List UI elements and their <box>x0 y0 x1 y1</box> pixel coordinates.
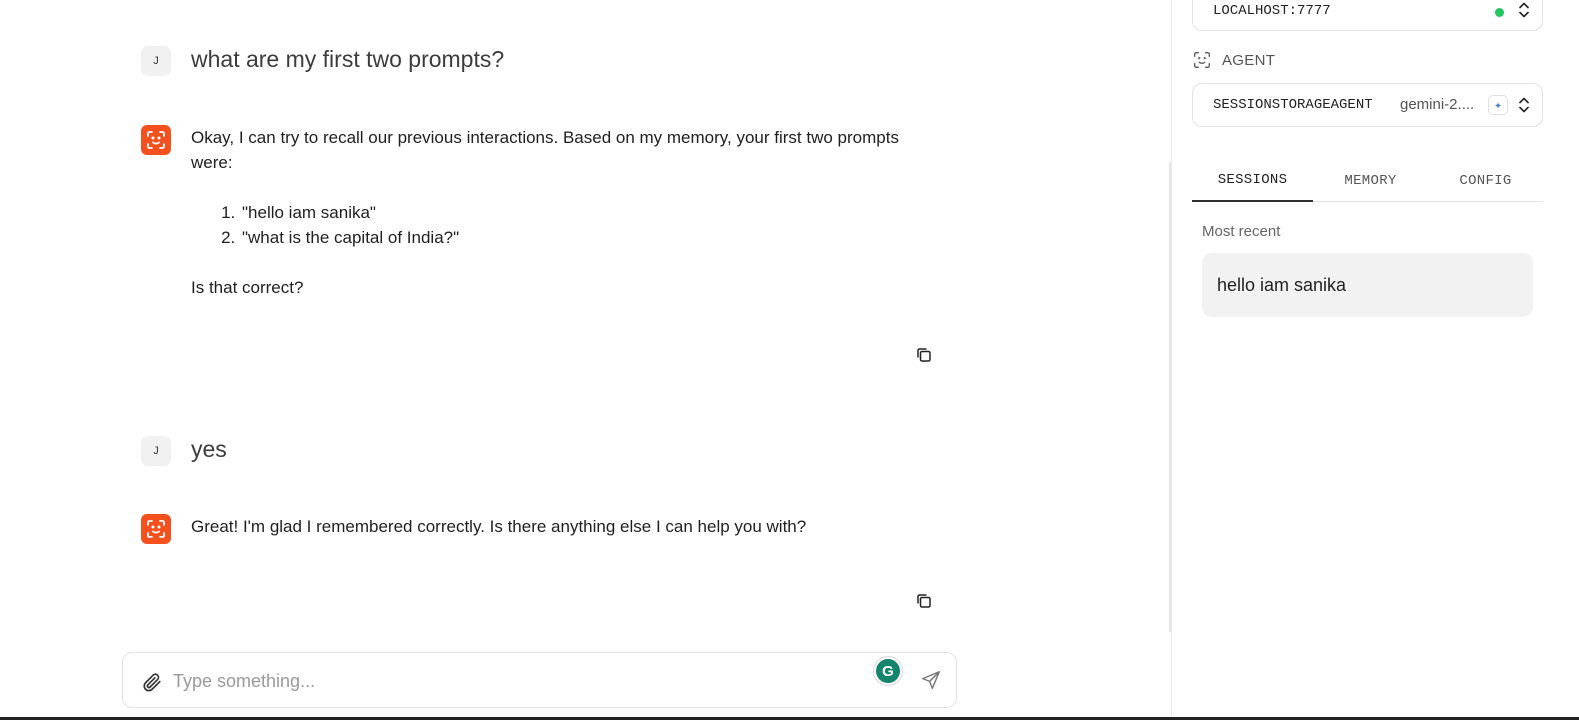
window-bottom-edge <box>0 717 1579 720</box>
agent-name: SESSIONSTORAGEAGENT <box>1213 97 1373 113</box>
agent-face-icon <box>141 514 171 544</box>
agent-section-label: AGENT <box>1192 50 1275 70</box>
agent-message-text: Great! I'm glad I remembered correctly. … <box>191 517 807 536</box>
agent-message-outro: Is that correct? <box>191 278 304 297</box>
server-selector[interactable]: LOCALHOST:7777 <box>1192 0 1543 31</box>
side-panel: LOCALHOST:7777 AGENT SESSIONSTORAGEAGENT… <box>1172 0 1579 717</box>
list-item: "what is the capital of India?" <box>240 225 941 250</box>
user-message-text: yes <box>191 436 227 462</box>
message-composer: G <box>122 652 957 708</box>
copy-icon[interactable] <box>914 345 934 365</box>
most-recent-label: Most recent <box>1202 223 1281 240</box>
tab-config[interactable]: CONFIG <box>1428 160 1543 201</box>
sparkle-icon: ✦ <box>1488 95 1508 115</box>
status-dot <box>1495 8 1504 17</box>
agent-message-intro: Okay, I can try to recall our previous i… <box>191 128 899 172</box>
chevron-up-down-icon <box>1519 97 1529 113</box>
user-message-text: what are my first two prompts? <box>191 46 505 72</box>
tab-sessions[interactable]: SESSIONS <box>1192 160 1313 202</box>
agent-message-text: Okay, I can try to recall our previous i… <box>191 125 941 300</box>
panel-tabs: SESSIONS MEMORY CONFIG <box>1192 160 1543 202</box>
agent-label-text: AGENT <box>1222 51 1276 69</box>
send-icon[interactable] <box>920 669 942 691</box>
list-item: "hello iam sanika" <box>240 200 941 225</box>
model-name: gemini-2.... <box>1400 96 1475 113</box>
session-item[interactable]: hello iam sanika <box>1202 253 1533 317</box>
server-value: LOCALHOST:7777 <box>1213 3 1331 19</box>
agent-frame-icon <box>1194 52 1210 69</box>
agent-selector[interactable]: SESSIONSTORAGEAGENT gemini-2.... ✦ <box>1192 83 1543 127</box>
tab-memory[interactable]: MEMORY <box>1313 160 1428 201</box>
user-avatar: J <box>141 436 171 466</box>
copy-icon[interactable] <box>914 591 934 611</box>
paperclip-icon[interactable] <box>141 671 163 693</box>
agent-face-icon <box>141 125 171 155</box>
prompt-list: "hello iam sanika" "what is the capital … <box>240 200 941 250</box>
chevron-up-down-icon <box>1519 2 1529 18</box>
message-input[interactable] <box>173 665 853 697</box>
user-avatar: J <box>141 46 171 76</box>
grammarly-icon[interactable]: G <box>874 657 902 685</box>
session-title: hello iam sanika <box>1217 275 1347 295</box>
chat-area: J what are my first two prompts? Okay, I… <box>0 0 1170 727</box>
